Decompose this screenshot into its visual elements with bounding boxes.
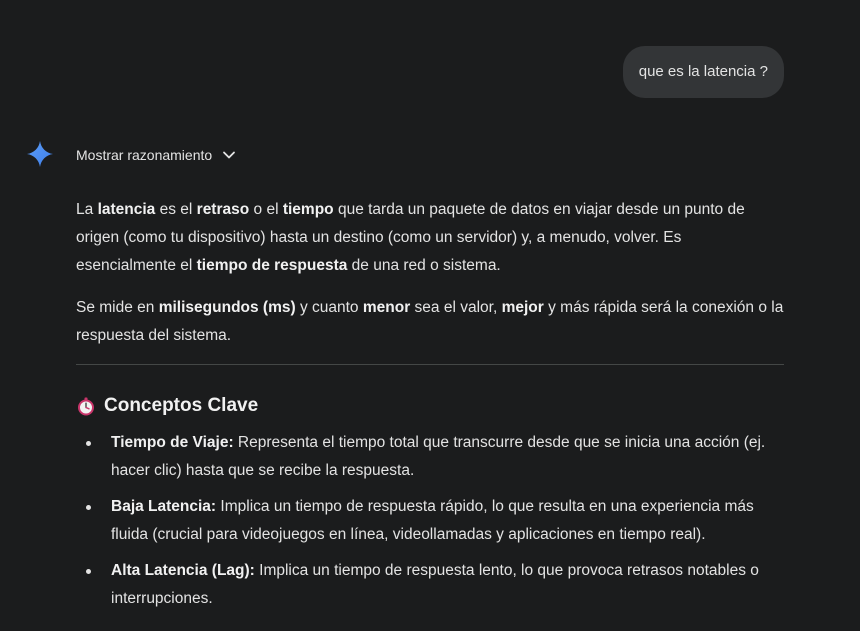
list-item: Tiempo de Viaje: Representa el tiempo to… [76,429,784,485]
section-heading: Conceptos Clave [76,391,784,421]
bullet-term: Tiempo de Viaje: [111,434,234,451]
show-reasoning-toggle[interactable]: Mostrar razonamiento [76,144,236,166]
divider [76,364,784,365]
bullet-dot [86,505,91,510]
gemini-sparkle-icon [27,141,53,167]
text-segment: y cuanto [295,299,363,316]
user-message-text: que es la latencia ? [638,63,768,80]
bullet-dot [86,441,91,446]
bold-term: mejor [501,299,544,316]
show-reasoning-label: Mostrar razonamiento [76,147,213,163]
list-item: Alta Latencia (Lag): Implica un tiempo d… [76,557,784,613]
key-concepts-list: Tiempo de Viaje: Representa el tiempo to… [76,429,784,613]
text-segment: o el [249,201,283,218]
text-segment: sea el valor, [410,299,502,316]
section-title: Conceptos Clave [104,395,259,416]
list-item: Baja Latencia: Implica un tiempo de resp… [76,493,784,549]
bullet-term: Alta Latencia (Lag): [111,562,255,579]
answer-paragraph-2: Se mide en milisegundos (ms) y cuanto me… [76,294,784,350]
bold-term: tiempo [282,201,334,218]
bold-term: tiempo de respuesta [196,257,348,274]
bold-term: menor [362,299,411,316]
text-segment: Se mide en [76,299,159,316]
text-segment: La [76,201,98,218]
chevron-down-icon [223,151,236,159]
text-segment: es el [155,201,197,218]
assistant-answer: La latencia es el retraso o el tiempo qu… [76,196,784,621]
text-segment: de una red o sistema. [347,257,501,274]
stopwatch-emoji-icon [78,397,94,416]
chat-page: que es la latencia ? Mostrar razonamient… [0,0,860,631]
bullet-dot [86,569,91,574]
bold-term: latencia [97,201,156,218]
answer-paragraph-1: La latencia es el retraso o el tiempo qu… [76,196,784,280]
bold-term: milisegundos (ms) [158,299,296,316]
bullet-term: Baja Latencia: [111,498,217,515]
bold-term: retraso [196,201,250,218]
user-message-bubble: que es la latencia ? [622,46,784,98]
